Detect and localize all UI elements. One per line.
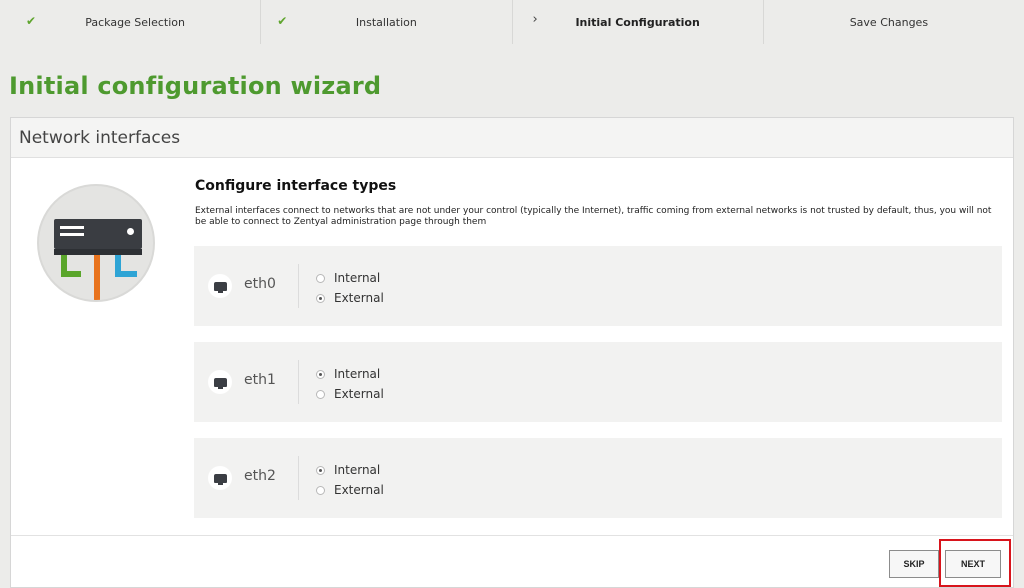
step-label: Save Changes <box>849 15 929 29</box>
interface-name: eth0 <box>244 276 276 292</box>
page-title: Initial configuration wizard <box>9 72 382 100</box>
radio-label: External <box>334 291 384 305</box>
network-interfaces-card: Network interfaces Configure interface t… <box>10 117 1014 588</box>
wizard-steps: ✔ Package Selection ✔ Installation › Ini… <box>10 0 1014 44</box>
card-title: Network interfaces <box>19 127 181 148</box>
radio-external-eth2[interactable]: External <box>316 480 384 500</box>
interface-type-options: Internal External <box>316 268 384 308</box>
ethernet-port-icon <box>208 274 232 298</box>
radio-label: Internal <box>334 463 381 477</box>
divider <box>298 264 299 308</box>
interface-name: eth1 <box>244 372 276 388</box>
ethernet-port-icon <box>208 370 232 394</box>
chevron-right-icon: › <box>532 12 538 27</box>
radio-label: External <box>334 387 384 401</box>
radio-button[interactable] <box>316 273 325 283</box>
checkmark-icon: ✔ <box>277 14 288 28</box>
interface-row-eth1: eth1 Internal External <box>194 342 1002 422</box>
divider <box>298 456 299 500</box>
radio-label: External <box>334 483 384 497</box>
step-package-selection: ✔ Package Selection <box>10 0 262 44</box>
radio-internal-eth1[interactable]: Internal <box>316 364 384 384</box>
interface-type-options: Internal External <box>316 364 384 404</box>
radio-label: Internal <box>334 271 381 285</box>
step-installation: ✔ Installation <box>261 0 513 44</box>
interface-row-eth0: eth0 Internal External <box>194 246 1002 326</box>
section-description: External interfaces connect to networks … <box>195 206 992 227</box>
radio-button[interactable] <box>316 485 325 495</box>
radio-button[interactable] <box>316 369 325 379</box>
radio-external-eth0[interactable]: External <box>316 288 384 308</box>
radio-button[interactable] <box>316 293 325 303</box>
footer-divider <box>11 535 1013 536</box>
step-label: Installation <box>355 15 417 29</box>
step-initial-configuration: › Initial Configuration <box>513 0 764 44</box>
skip-button[interactable]: SKIP <box>889 550 939 578</box>
next-button-highlight <box>939 539 1011 587</box>
card-header: Network interfaces <box>11 118 1013 158</box>
step-save-changes: Save Changes <box>764 0 1014 44</box>
ethernet-port-icon <box>208 466 232 490</box>
checkmark-icon: ✔ <box>26 14 37 28</box>
step-label: Initial Configuration <box>575 15 700 29</box>
radio-label: Internal <box>334 367 381 381</box>
interface-name: eth2 <box>244 468 276 484</box>
divider <box>298 360 299 404</box>
interface-row-eth2: eth2 Internal External <box>194 438 1002 518</box>
radio-button[interactable] <box>316 389 325 399</box>
radio-internal-eth0[interactable]: Internal <box>316 268 384 288</box>
radio-external-eth1[interactable]: External <box>316 384 384 404</box>
section-title: Configure interface types <box>195 178 397 194</box>
interface-type-options: Internal External <box>316 460 384 500</box>
radio-internal-eth2[interactable]: Internal <box>316 460 384 480</box>
step-label: Package Selection <box>85 15 186 29</box>
radio-button[interactable] <box>316 465 325 475</box>
network-switch-icon <box>37 184 155 302</box>
